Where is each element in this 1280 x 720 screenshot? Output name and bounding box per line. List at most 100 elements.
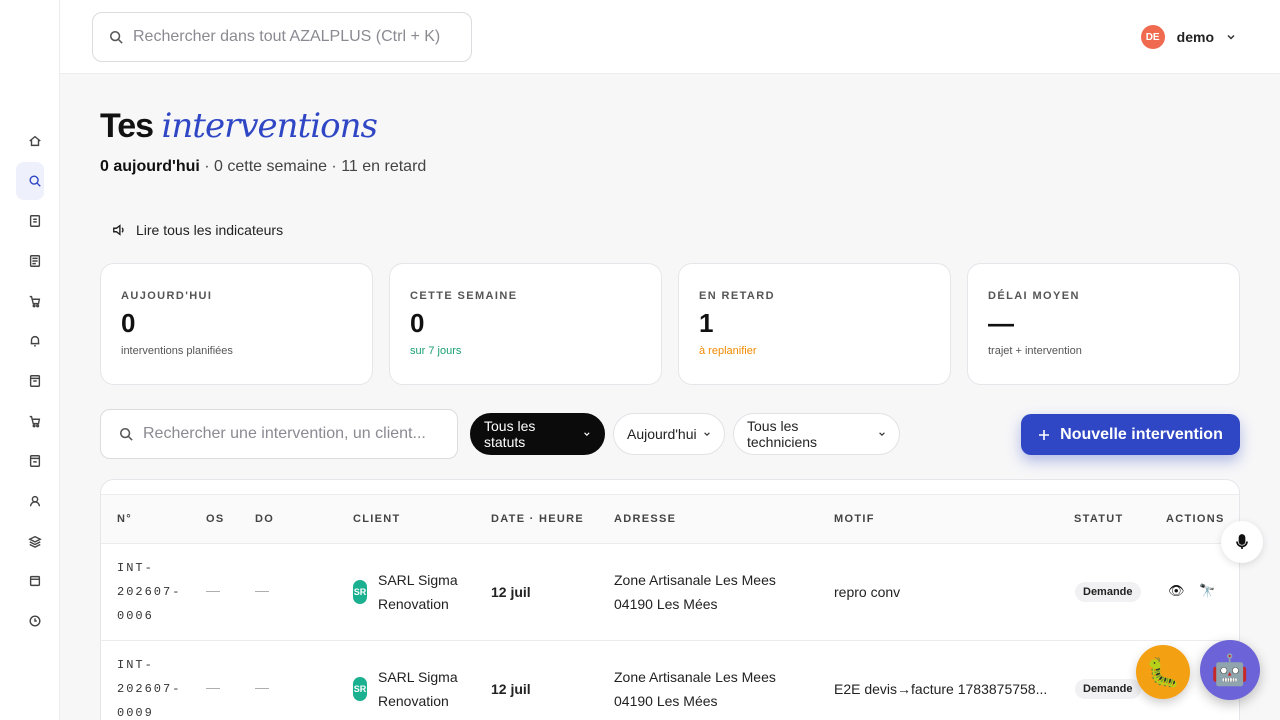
chevron-down-icon (703, 432, 710, 437)
client-name-line: Renovation (378, 596, 449, 612)
client-name[interactable]: SARL Sigma Renovation (378, 568, 458, 616)
column-header-client[interactable]: CLIENT (353, 513, 401, 525)
address-line: Zone Artisanale Les Mees (614, 669, 776, 685)
page-title: Tes interventions (100, 106, 378, 146)
intervention-number-part: 0009 (117, 706, 154, 720)
table-header: N° OS DO CLIENT DATE · HEURE ADRESSE MOT… (101, 494, 1239, 544)
intervention-search-box[interactable] (100, 409, 458, 459)
plus-icon (1039, 429, 1050, 440)
global-search-box[interactable] (92, 12, 472, 62)
do-value: — (255, 679, 269, 695)
sidebar-item-layers[interactable] (16, 522, 44, 560)
kpi-value: 1 (699, 308, 714, 338)
new-intervention-button[interactable]: Nouvelle intervention (1021, 414, 1240, 455)
os-value: — (206, 679, 220, 695)
intervention-number: INT- 202607- 0009 (117, 653, 181, 720)
chevron-down-icon (584, 432, 590, 436)
address-line: 04190 Les Mées (614, 693, 718, 709)
sidebar-item-history[interactable] (16, 602, 44, 640)
intervention-number-part: 202607- (117, 585, 182, 599)
status-filter-label: Tous les statuts (484, 418, 536, 450)
top-bar: DE demo (60, 0, 1280, 74)
date-value: 12 juil (491, 584, 531, 600)
view-icon[interactable]: 👁 (1168, 583, 1185, 599)
address-line: 04190 Les Mées (614, 596, 718, 612)
address-line: Zone Artisanale Les Mees (614, 572, 776, 588)
column-header-actions: ACTIONS (1166, 513, 1225, 525)
assistant-button[interactable]: 🤖 (1200, 640, 1260, 700)
bell-icon (30, 335, 40, 347)
table-row[interactable]: INT- 202607- 0009 — — SR SARL Sigma Reno… (101, 641, 1239, 720)
sidebar-item-search[interactable] (16, 162, 44, 200)
column-header-number[interactable]: N° (117, 513, 132, 525)
period-filter-dropdown[interactable]: Aujourd'hui (613, 413, 725, 455)
kpi-subtitle: à replanifier (699, 345, 757, 357)
address-value: Zone Artisanale Les Mees 04190 Les Mées (614, 665, 776, 713)
page-title-plain: Tes (100, 107, 154, 145)
search-icon (109, 30, 123, 44)
kpi-label: EN RETARD (699, 290, 775, 302)
column-header-motif[interactable]: MOTIF (834, 513, 875, 525)
technician-filter-label: Tous les techniciens (747, 418, 818, 450)
sidebar-item-invoices[interactable] (16, 362, 44, 400)
technician-filter-dropdown[interactable]: Tous les techniciens (733, 413, 900, 455)
user-name: demo (1176, 29, 1214, 45)
motif-value: repro conv (834, 584, 901, 600)
chevron-down-icon (879, 432, 885, 437)
sidebar-item-folder[interactable] (16, 562, 44, 600)
telescope-icon[interactable]: 🔭 (1199, 583, 1215, 599)
motif-value: E2E devis→facture 1783875758... (834, 681, 1048, 697)
sidebar-item-home[interactable] (16, 122, 44, 160)
summary-today: 0 aujourd'hui (100, 158, 200, 175)
kpi-subtitle: trajet + intervention (988, 345, 1082, 357)
client-avatar: SR (353, 580, 367, 604)
column-header-os[interactable]: OS (206, 513, 225, 525)
sidebar-item-list[interactable] (16, 242, 44, 280)
speaker-icon (113, 224, 124, 236)
user-menu[interactable]: DE demo (1140, 25, 1236, 49)
os-value: — (206, 582, 220, 598)
global-search-input[interactable] (133, 28, 453, 46)
new-intervention-label: Nouvelle intervention (1060, 425, 1223, 443)
user-icon (29, 495, 41, 507)
read-all-indicators-label: Lire tous les indicateurs (136, 222, 284, 238)
column-header-date[interactable]: DATE · HEURE (491, 513, 584, 525)
kpi-card-late: EN RETARD 1 à replanifier (678, 263, 951, 385)
sidebar-item-reports[interactable] (16, 442, 44, 480)
client-name-line: SARL Sigma (378, 572, 458, 588)
kpi-subtitle: sur 7 jours (410, 345, 462, 357)
sidebar-item-orders[interactable] (16, 402, 44, 440)
interventions-table: N° OS DO CLIENT DATE · HEURE ADRESSE MOT… (100, 479, 1240, 720)
read-all-indicators-button[interactable]: Lire tous les indicateurs (112, 222, 283, 238)
kpi-label: DÉLAI MOYEN (988, 290, 1080, 302)
bug-report-button[interactable]: 🐛 (1136, 645, 1190, 699)
file-icon (29, 375, 41, 387)
column-header-status[interactable]: STATUT (1074, 513, 1124, 525)
status-filter-dropdown[interactable]: Tous les statuts (470, 413, 605, 455)
column-header-address[interactable]: ADRESSE (614, 513, 676, 525)
voice-input-button[interactable] (1221, 521, 1263, 563)
chevron-down-icon (1227, 34, 1235, 40)
sidebar-item-users[interactable] (16, 482, 44, 520)
sidebar-item-notifications[interactable] (16, 322, 44, 360)
status-badge: Demande (1075, 582, 1141, 602)
kpi-subtitle: interventions planifiées (121, 345, 233, 357)
table-row[interactable]: INT- 202607- 0006 — — SR SARL Sigma Reno… (101, 544, 1239, 641)
sidebar-item-documents[interactable] (16, 202, 44, 240)
status-badge: Demande (1075, 679, 1141, 699)
intervention-number: INT- 202607- 0006 (117, 556, 181, 628)
microphone-icon (1236, 534, 1248, 549)
kpi-card-avg-delay: DÉLAI MOYEN — trajet + intervention (967, 263, 1240, 385)
kpi-card-today: AUJOURD'HUI 0 interventions planifiées (100, 263, 373, 385)
column-header-do[interactable]: DO (255, 513, 274, 525)
page-title-accent: interventions (161, 106, 378, 146)
kpi-card-week: CETTE SEMAINE 0 sur 7 jours (389, 263, 662, 385)
sidebar-item-cart[interactable] (16, 282, 44, 320)
period-filter-label: Aujourd'hui (627, 426, 697, 442)
kpi-label: AUJOURD'HUI (121, 290, 213, 302)
intervention-search-input[interactable] (143, 425, 433, 443)
client-name[interactable]: SARL Sigma Renovation (378, 665, 458, 713)
file-icon (29, 455, 41, 467)
avatar: DE (1140, 25, 1165, 49)
list-icon (29, 255, 41, 267)
